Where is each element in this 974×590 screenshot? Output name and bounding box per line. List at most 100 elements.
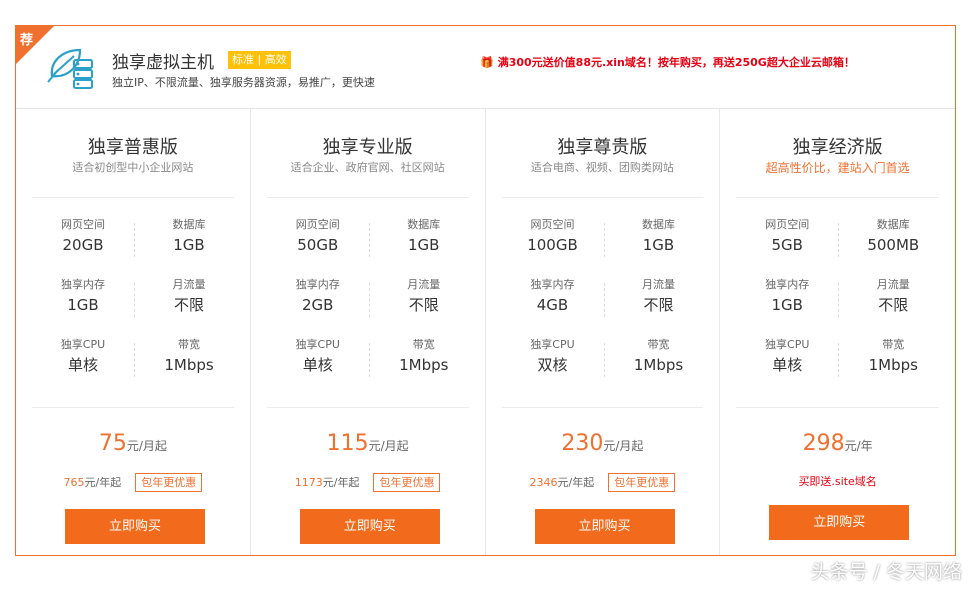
product-tag: 标准 | 高效	[228, 51, 291, 69]
promo-text: 满300元送价值88元.xin域名！按年购买，再送250G超大企业云邮箱！	[497, 56, 855, 69]
monthly-price: 75元/月起	[16, 431, 250, 456]
price-number: 115	[326, 431, 369, 456]
spec-value: 1Mbps	[164, 356, 214, 374]
buy-now-button[interactable]: 立即购买	[65, 509, 205, 544]
spec-value: 单核	[772, 356, 803, 374]
spec-label: 月流量	[876, 278, 910, 291]
year-price-unit: 元/年起	[557, 476, 595, 489]
spec-label: 月流量	[172, 278, 206, 291]
year-price-number: 765	[63, 476, 85, 489]
spec-label: 独享CPU	[295, 338, 340, 351]
spec-value: 单核	[302, 356, 333, 374]
spec-label: 数据库	[407, 218, 441, 231]
plan-card: 独享普惠版 适合初创型中小企业网站 网页空间 20GB 数据库 1GB 独享内存 1G…	[16, 109, 251, 555]
spec-value: 不限	[173, 296, 204, 314]
spec-value: 单核	[67, 356, 98, 374]
yearly-price: 298元/年	[720, 431, 955, 456]
gift-icon: 🎁	[480, 56, 494, 69]
price-unit: 元/年	[844, 439, 873, 453]
monthly-price: 230元/月起	[486, 431, 720, 456]
spec-value: 不限	[643, 296, 674, 314]
promo-banner[interactable]: 🎁 满300元送价值88元.xin域名！按年购买，再送250G超大企业云邮箱！	[480, 54, 855, 70]
buy-now-button[interactable]: 立即购买	[534, 509, 675, 544]
spec-label: 网页空间	[765, 218, 810, 231]
price-number: 298	[802, 431, 845, 456]
spec-label: 带宽	[178, 338, 200, 351]
yearly-deal-badge[interactable]: 包年更优惠	[608, 473, 676, 492]
price-unit: 元/月起	[126, 439, 167, 453]
plan-desc: 适合电商、视频、团购类网站	[530, 161, 674, 174]
spec-grid: 网页空间 100GB 数据库 1GB 独享内存 4GB 月流量 不限 独享CPU 双核 带…	[486, 217, 720, 397]
buy-now-button[interactable]: 立即购买	[769, 505, 910, 540]
spec-value: 1Mbps	[633, 356, 684, 374]
spec-label: 独享CPU	[530, 338, 575, 351]
divider	[736, 407, 939, 408]
spec-grid: 网页空间 20GB 数据库 1GB 独享内存 1GB 月流量不限 独享CPU 单核 带宽…	[16, 217, 250, 397]
yearly-price: 1173元/年起 包年更优惠	[251, 473, 485, 492]
buy-now-button[interactable]: 立即购买	[299, 509, 440, 544]
spec-value: 4GB	[536, 296, 569, 314]
divider	[736, 197, 939, 198]
spec-value: 1GB	[408, 236, 440, 254]
spec-value: 1GB	[173, 236, 205, 254]
spec-value: 100GB	[527, 236, 578, 254]
yearly-deal-badge[interactable]: 包年更优惠	[373, 473, 441, 492]
spec-value: 20GB	[62, 236, 104, 254]
yearly-deal-badge[interactable]: 包年更优惠	[135, 473, 203, 492]
divider	[501, 197, 704, 198]
spec-label: 数据库	[642, 218, 675, 231]
spec-label: 带宽	[882, 338, 905, 351]
spec-label: 数据库	[172, 218, 206, 231]
spec-value: 2GB	[302, 296, 334, 314]
price-number: 75	[98, 431, 127, 456]
spec-grid: 网页空间 5GB 数据库 500MB 独享内存 1GB 月流量 不限 独享CPU 单核 带…	[720, 217, 955, 397]
plan-desc: 适合企业、政府官网、社区网站	[290, 161, 445, 174]
spec-label: 月流量	[642, 278, 675, 291]
spec-value: 1GB	[67, 296, 99, 314]
divider	[32, 197, 234, 198]
spec-label: 网页空间	[295, 218, 340, 231]
spec-label: 独享CPU	[765, 338, 810, 351]
watermark: 头条号 / 冬天网络	[810, 561, 962, 583]
spec-value: 1GB	[771, 296, 803, 314]
product-subtitle: 独立IP、不限流量、独享服务器资源，易推广，更快速	[112, 76, 375, 89]
price-unit: 元/月起	[603, 439, 644, 453]
spec-value: 不限	[878, 296, 909, 314]
divider	[266, 197, 469, 198]
divider	[32, 407, 234, 408]
spec-grid: 网页空间 50GB 数据库 1GB 独享内存 2GB 月流量 不限 独享CPU 单核 带宽…	[251, 217, 485, 397]
divider	[501, 407, 704, 408]
year-price-number: 2346	[529, 476, 558, 489]
spec-value: 不限	[408, 296, 439, 314]
spec-value: 1GB	[642, 236, 675, 254]
spec-label: 独享CPU	[60, 338, 106, 351]
spec-label: 数据库	[876, 218, 910, 231]
spec-value: 500MB	[867, 236, 920, 254]
gift-note: 买即送.site域名	[798, 475, 877, 488]
price-number: 230	[561, 431, 604, 456]
monthly-price: 115元/月起	[251, 431, 485, 456]
divider	[266, 407, 469, 408]
plan-name: 独享经济版	[792, 137, 883, 158]
year-price-number: 1173	[294, 476, 323, 489]
plan-desc: 适合初创型中小企业网站	[72, 161, 194, 174]
spec-value: 5GB	[771, 236, 803, 254]
year-price-unit: 元/年起	[84, 476, 122, 489]
yearly-price: 765元/年起 包年更优惠	[16, 473, 250, 492]
spec-label: 网页空间	[61, 218, 105, 231]
plan-name: 独享专业版	[322, 137, 413, 158]
spec-label: 独享内存	[295, 278, 340, 291]
spec-value: 50GB	[297, 236, 339, 254]
plan-desc: 超高性价比，建站入门首选	[765, 161, 910, 175]
plan-name: 独享普惠版	[87, 137, 178, 158]
plan-name: 独享尊贵版	[557, 137, 648, 158]
yearly-price: 2346元/年起 包年更优惠	[486, 473, 720, 492]
plan-card: 独享经济版 超高性价比，建站入门首选 网页空间 5GB 数据库 500MB 独享内存…	[720, 109, 955, 555]
spec-value: 1Mbps	[868, 356, 918, 374]
spec-label: 带宽	[647, 338, 670, 351]
spec-value: 1Mbps	[399, 356, 449, 374]
spec-label: 独享内存	[61, 278, 105, 291]
plan-card: 独享专业版 适合企业、政府官网、社区网站 网页空间 50GB 数据库 1GB 独享内…	[251, 109, 486, 555]
spec-label: 独享内存	[530, 278, 575, 291]
spec-label: 月流量	[407, 278, 441, 291]
